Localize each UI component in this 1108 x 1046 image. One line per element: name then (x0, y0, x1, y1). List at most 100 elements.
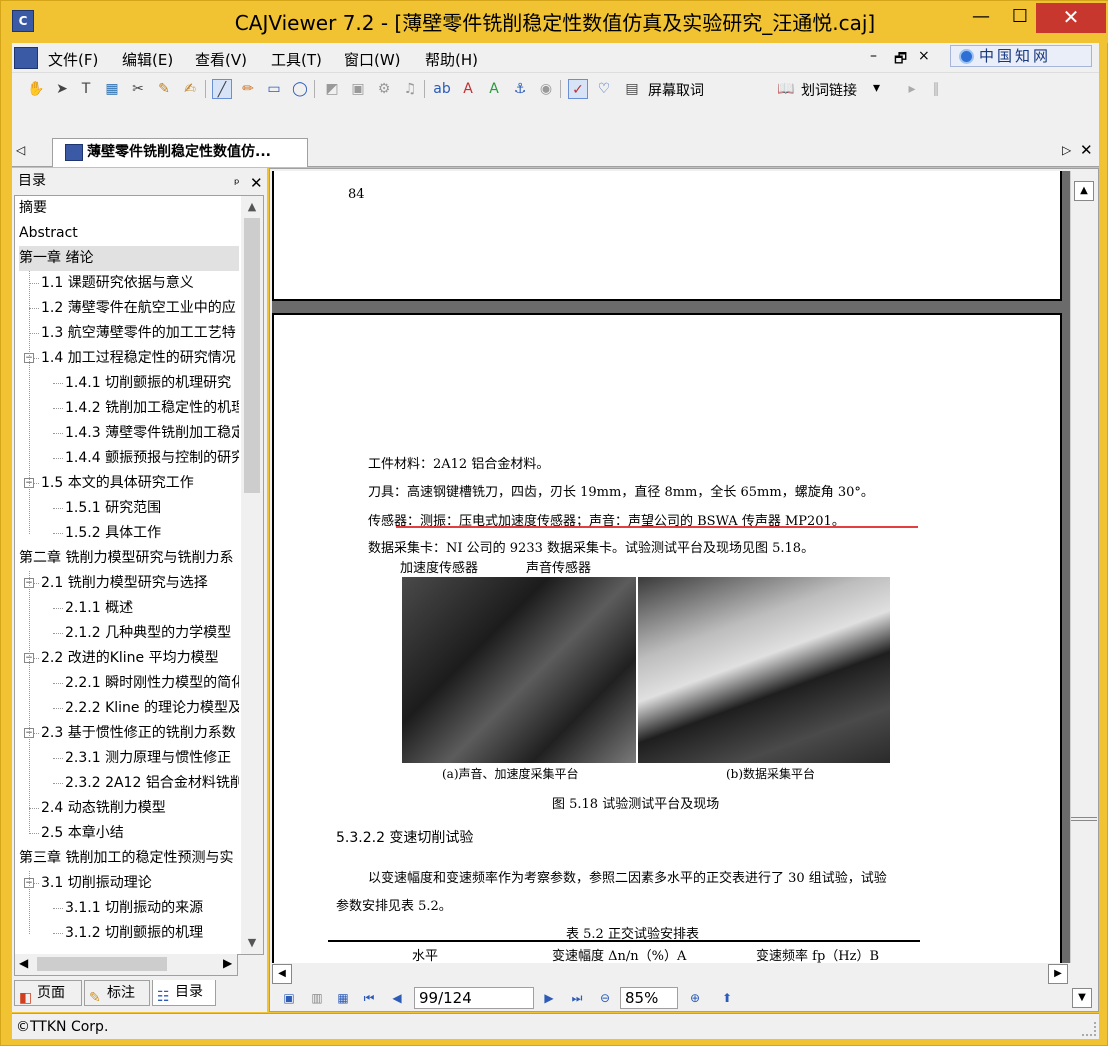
ellipse-icon[interactable]: ◯ (290, 79, 310, 99)
menu-file[interactable]: 文件(F) (48, 49, 98, 70)
doc-scroll-right-icon[interactable]: ▶ (1048, 964, 1068, 984)
scroll-left-icon[interactable]: ◀ (19, 956, 28, 970)
minimize-button[interactable]: — (961, 3, 1001, 33)
fit-up-arrow-icon[interactable]: ⬆ (718, 989, 736, 1007)
strikeout-icon[interactable]: A (458, 79, 478, 99)
outline-item[interactable]: 1.2 薄壁零件在航空工业中的应 (41, 296, 239, 321)
continuous-page-icon[interactable]: ▥ (308, 989, 326, 1007)
text-highlight-icon[interactable]: ab (432, 79, 452, 99)
sidebar-close-icon[interactable]: ✕ (250, 170, 263, 196)
outline-item[interactable]: 2.3 基于惯性修正的铣削力系数 (41, 721, 239, 746)
maximize-button[interactable]: ☐ (1004, 3, 1036, 33)
stamp-icon[interactable]: ▣ (348, 79, 368, 99)
scroll-right-icon[interactable]: ▶ (223, 956, 232, 970)
menu-help[interactable]: 帮助(H) (425, 49, 478, 70)
tab-scroll-left-icon[interactable]: ◁ (16, 143, 25, 157)
rectangle-icon[interactable]: ▭ (264, 79, 284, 99)
pencil-icon[interactable]: ✏ (238, 79, 258, 99)
ocr-icon[interactable]: ◉ (536, 79, 556, 99)
doc-scroll-down-icon[interactable]: ▼ (1072, 988, 1092, 1008)
doc-scroll-left-icon[interactable]: ◀ (272, 964, 292, 984)
scroll-thumb[interactable] (244, 218, 260, 493)
tab-close-icon[interactable]: ✕ (1080, 141, 1093, 159)
menu-view[interactable]: 查看(V) (195, 49, 247, 70)
outline-item[interactable]: 1.4.2 铣削加工稳定性的机理 (65, 396, 239, 421)
pause-icon[interactable]: ∥ (926, 79, 946, 99)
document-viewport[interactable]: 84 工件材料：2A12 铝合金材料。 刀具：高速钢键槽铣刀，四齿，刃长 19m… (272, 171, 1070, 963)
facing-page-icon[interactable]: ▦ (334, 989, 352, 1007)
screen-lookup-button[interactable]: 屏幕取词 (648, 80, 704, 100)
tab-annotations[interactable]: ✎ 标注 (84, 980, 150, 1006)
snapshot-icon[interactable]: ✂ (128, 79, 148, 99)
mdi-close-button[interactable]: × (918, 48, 930, 64)
close-button[interactable]: ✕ (1036, 3, 1106, 33)
outline-item[interactable]: 2.1.2 几种典型的力学模型 (65, 621, 239, 646)
outline-item[interactable]: 1.4.4 颤振预报与控制的研究 (65, 446, 239, 471)
outline-item[interactable]: 1.3 航空薄壁零件的加工工艺特 (41, 321, 239, 346)
doc-scroll-up-icon[interactable]: ▲ (1074, 181, 1094, 201)
hand-tool-icon[interactable]: ✋ (26, 79, 46, 99)
mdi-minimize-button[interactable]: – (870, 48, 877, 64)
zoom-out-icon[interactable]: ⊖ (596, 989, 614, 1007)
outline-item[interactable]: 3.1.2 切削颤振的机理 (65, 921, 239, 946)
outline-item[interactable]: 1.4.3 薄壁零件铣削加工稳定 (65, 421, 239, 446)
zoom-in-icon[interactable]: ⊕ (686, 989, 704, 1007)
link-tool-icon[interactable]: ♡ (594, 79, 614, 99)
text-select-icon[interactable]: T (76, 79, 96, 99)
outline-item[interactable]: 3.1 切削振动理论 (41, 871, 239, 896)
page-number-input[interactable]: 99/124 (414, 987, 534, 1009)
line-tool-icon[interactable]: ╱ (212, 79, 232, 99)
document-horizontal-scrollbar[interactable]: ◀ ▶ (272, 963, 1070, 985)
word-link-dropdown[interactable]: ▾ (873, 80, 880, 96)
outline-item[interactable]: 2.2 改进的Kline 平均力模型 (41, 646, 239, 671)
document-icon[interactable] (14, 47, 38, 69)
image-select-icon[interactable]: ▦ (102, 79, 122, 99)
dictionary-icon[interactable]: 📖 (776, 79, 796, 99)
select-arrow-icon[interactable]: ➤ (52, 79, 72, 99)
title-bar[interactable]: C CAJViewer 7.2 - [薄壁零件铣削稳定性数值仿真及实验研究_汪通… (1, 1, 1108, 43)
document-vertical-scrollbar[interactable]: ▲ (1070, 171, 1097, 963)
outline-horizontal-scrollbar[interactable]: ◀ ▶ (14, 954, 238, 976)
menu-tools[interactable]: 工具(T) (271, 49, 322, 70)
checklist-icon[interactable]: ✓ (568, 79, 588, 99)
outline-item[interactable]: 2.3.1 测力原理与惯性修正 (65, 746, 239, 771)
zoom-input[interactable]: 85% (620, 987, 678, 1009)
outline-item[interactable]: 摘要 (19, 196, 239, 221)
outline-item[interactable]: 1.4 加工过程稳定性的研究情况 (41, 346, 239, 371)
mdi-restore-button[interactable]: 🗗 (894, 48, 907, 72)
outline-item[interactable]: 1.5 本文的具体研究工作 (41, 471, 239, 496)
outline-item[interactable]: 1.5.2 具体工作 (65, 521, 239, 546)
scroll-up-icon[interactable]: ▲ (241, 196, 263, 218)
outline-item[interactable]: 第二章 铣削力模型研究与铣削力系 (19, 546, 239, 571)
tab-outline[interactable]: ☷ 目录 (152, 980, 216, 1006)
outline-item[interactable]: 1.5.1 研究范围 (65, 496, 239, 521)
anchor-icon[interactable]: ⚓ (510, 79, 530, 99)
audio-icon[interactable]: ♫ (400, 79, 420, 99)
highlight-tool-icon[interactable]: ✎ (154, 79, 174, 99)
cnki-button[interactable]: 中国知网 (950, 45, 1092, 67)
outline-item[interactable]: Abstract (19, 221, 239, 246)
tab-scroll-right-icon[interactable]: ▷ (1062, 143, 1071, 157)
outline-scrollbar[interactable]: ▲ ▼ (241, 196, 263, 954)
single-page-icon[interactable]: ▣ (280, 989, 298, 1007)
previous-page-icon[interactable]: ◀ (388, 989, 406, 1007)
eraser-icon[interactable]: ◩ (322, 79, 342, 99)
menu-edit[interactable]: 编辑(E) (122, 49, 173, 70)
tab-pages[interactable]: ◧ 页面 (14, 980, 82, 1006)
outline-item[interactable]: 第一章 绪论 (19, 246, 239, 271)
tab-document[interactable]: 薄壁零件铣削稳定性数值仿... (52, 138, 308, 167)
horizontal-scroll-thumb[interactable] (37, 957, 167, 971)
outline-item[interactable]: 2.4 动态铣削力模型 (41, 796, 239, 821)
last-page-icon[interactable]: ⏭ (568, 989, 586, 1007)
screen-lookup-icon[interactable]: ▤ (622, 79, 642, 99)
first-page-icon[interactable]: ⏮ (360, 989, 378, 1007)
scroll-down-icon[interactable]: ▼ (241, 932, 263, 954)
outline-item[interactable]: 2.1.1 概述 (65, 596, 239, 621)
outline-item[interactable]: 2.1 铣削力模型研究与选择 (41, 571, 239, 596)
outline-item[interactable]: 第三章 铣削加工的稳定性预测与实 (19, 846, 239, 871)
word-link-button[interactable]: 划词链接 (801, 80, 857, 100)
underline-icon[interactable]: A (484, 79, 504, 99)
menu-window[interactable]: 窗口(W) (344, 49, 401, 70)
outline-item[interactable]: 3.1.1 切削振动的来源 (65, 896, 239, 921)
annotate-icon[interactable]: ✍ (180, 79, 200, 99)
